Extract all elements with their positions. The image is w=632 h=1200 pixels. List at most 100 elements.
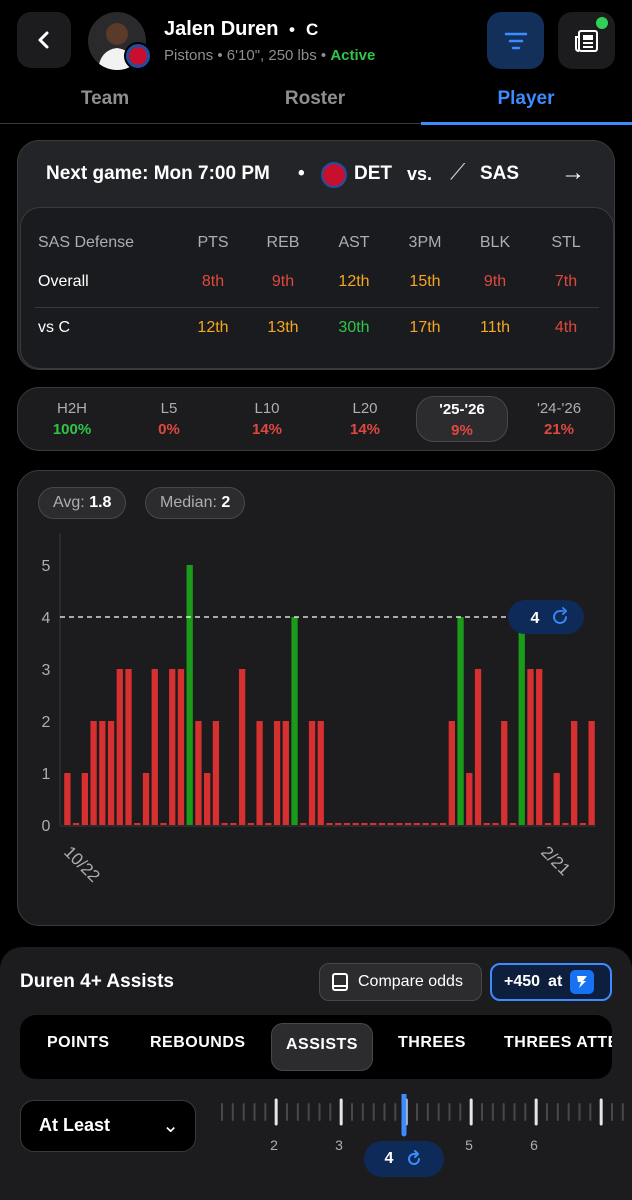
bar <box>300 823 307 825</box>
divider <box>35 307 599 308</box>
next-game-card[interactable]: Next game: Mon 7:00 PM • DET vs. ⟋ SAS →… <box>17 140 615 370</box>
compare-odds-button[interactable]: Compare odds <box>319 963 482 1001</box>
player-size: 6'10", 250 lbs <box>226 47 317 64</box>
bar <box>99 721 106 825</box>
range-h2h[interactable]: H2H 100% <box>26 396 118 442</box>
bar <box>404 823 412 825</box>
defense-rank: 11th <box>480 319 510 336</box>
bar <box>352 823 359 825</box>
y-tick-label: 2 <box>42 714 51 731</box>
bar <box>64 773 71 825</box>
comparison-mode-label: At Least <box>39 1115 111 1135</box>
range-l20[interactable]: L20 14% <box>319 396 411 442</box>
stat-tab-threes[interactable]: THREES <box>398 1034 466 1052</box>
bar <box>448 721 455 825</box>
defense-col-header: PTS <box>197 234 229 251</box>
prop-title: Duren 4+ Assists <box>20 971 175 992</box>
odds-button[interactable]: +450 at <box>490 963 612 1001</box>
range-l10[interactable]: L10 14% <box>221 396 313 442</box>
range-percent: 0% <box>158 421 180 438</box>
defense-rank: 13th <box>267 319 299 336</box>
bar <box>326 823 333 825</box>
stat-tab-rebounds[interactable]: REBOUNDS <box>150 1034 246 1052</box>
range-label: H2H <box>56 400 87 417</box>
bar <box>308 721 316 825</box>
bar <box>195 721 202 825</box>
range-label: L20 <box>352 400 378 417</box>
odds-at-label: at <box>548 973 563 990</box>
range-season-25-26[interactable]: '25-'26 9% <box>416 396 508 442</box>
bar <box>116 669 123 825</box>
tab-player[interactable]: Player <box>421 88 631 110</box>
defense-row-label: vs C <box>38 319 70 336</box>
player-team: Pistons <box>164 47 214 64</box>
ruler-label: 2 <box>270 1137 278 1153</box>
bar <box>335 823 342 825</box>
defense-col-header: REB <box>266 234 300 251</box>
bar <box>186 565 193 825</box>
bar <box>273 721 281 825</box>
ruler-label: 5 <box>465 1137 473 1153</box>
odds-value: +450 <box>504 973 541 990</box>
chevron-left-icon <box>38 31 49 49</box>
bar <box>90 721 97 825</box>
arrow-right-icon[interactable]: → <box>561 159 585 187</box>
ruler-label: 6 <box>530 1137 538 1153</box>
tab-team[interactable]: Team <box>0 88 210 110</box>
bar <box>230 823 237 825</box>
range-season-24-26[interactable]: '24-'26 21% <box>513 396 605 442</box>
threshold-value-pill[interactable]: 4 <box>364 1141 444 1177</box>
defense-rank: 9th <box>271 273 295 290</box>
defense-col-header: 3PM <box>408 234 442 251</box>
stat-tabs: POINTS REBOUNDS ASSISTS THREES THREES AT… <box>20 1015 612 1079</box>
ruler-label: 3 <box>335 1137 343 1153</box>
bar <box>370 823 377 825</box>
defense-rank: 8th <box>201 273 225 290</box>
bar <box>282 721 289 825</box>
team-logo-badge <box>124 42 152 70</box>
game-log-chart-card: Avg: 1.8 Median: 2 0 1 2 3 4 5 4 10/22 2/21 <box>17 470 615 926</box>
bar <box>431 823 438 825</box>
separator-dot: • <box>289 20 295 39</box>
y-tick-label: 5 <box>42 558 51 575</box>
main-tabs: Team Roster Player <box>0 80 632 125</box>
bar <box>169 669 176 825</box>
defense-row-overall: Overall 8th 9th 12th 15th 9th 7th <box>21 273 613 303</box>
book-icon <box>332 973 348 991</box>
bar <box>474 669 482 825</box>
stat-tab-threes-attempted[interactable]: THREES ATTE <box>504 1034 612 1052</box>
stat-tab-assists[interactable]: ASSISTS <box>271 1023 373 1071</box>
player-status: Active <box>330 47 376 64</box>
bar <box>536 669 543 825</box>
bar <box>142 773 150 825</box>
y-tick-label: 1 <box>42 766 51 783</box>
range-percent: 14% <box>349 421 381 438</box>
tab-roster[interactable]: Roster <box>210 88 420 110</box>
filter-button[interactable] <box>487 12 544 69</box>
bar <box>291 617 298 825</box>
newspaper-icon <box>574 29 598 52</box>
bar <box>256 721 263 825</box>
stat-tab-points[interactable]: POINTS <box>47 1034 110 1052</box>
bar <box>527 669 534 825</box>
comparison-mode-select[interactable]: At Least ⌄ <box>20 1100 196 1152</box>
threshold-value: 4 <box>384 1150 394 1167</box>
bar <box>361 823 368 825</box>
assists-bar-chart: 0 1 2 3 4 5 4 10/22 2/21 <box>42 533 596 886</box>
next-game-label: Next game: Mon 7:00 PM <box>46 163 270 184</box>
y-tick-label: 0 <box>42 818 51 835</box>
bar <box>413 823 421 825</box>
defense-col-header: AST <box>338 234 370 251</box>
refresh-icon <box>408 1150 421 1165</box>
range-l5[interactable]: L5 0% <box>123 396 215 442</box>
chevron-down-icon: ⌄ <box>162 1115 179 1137</box>
x-start-date-label: 10/22 <box>60 842 104 886</box>
bar <box>247 823 255 825</box>
bar <box>588 721 595 825</box>
news-button[interactable] <box>558 12 615 69</box>
bar <box>204 773 211 825</box>
back-button[interactable] <box>17 12 71 68</box>
bar <box>134 823 141 825</box>
bar <box>562 823 569 825</box>
spurs-logo-icon: ⟋ <box>450 159 466 184</box>
